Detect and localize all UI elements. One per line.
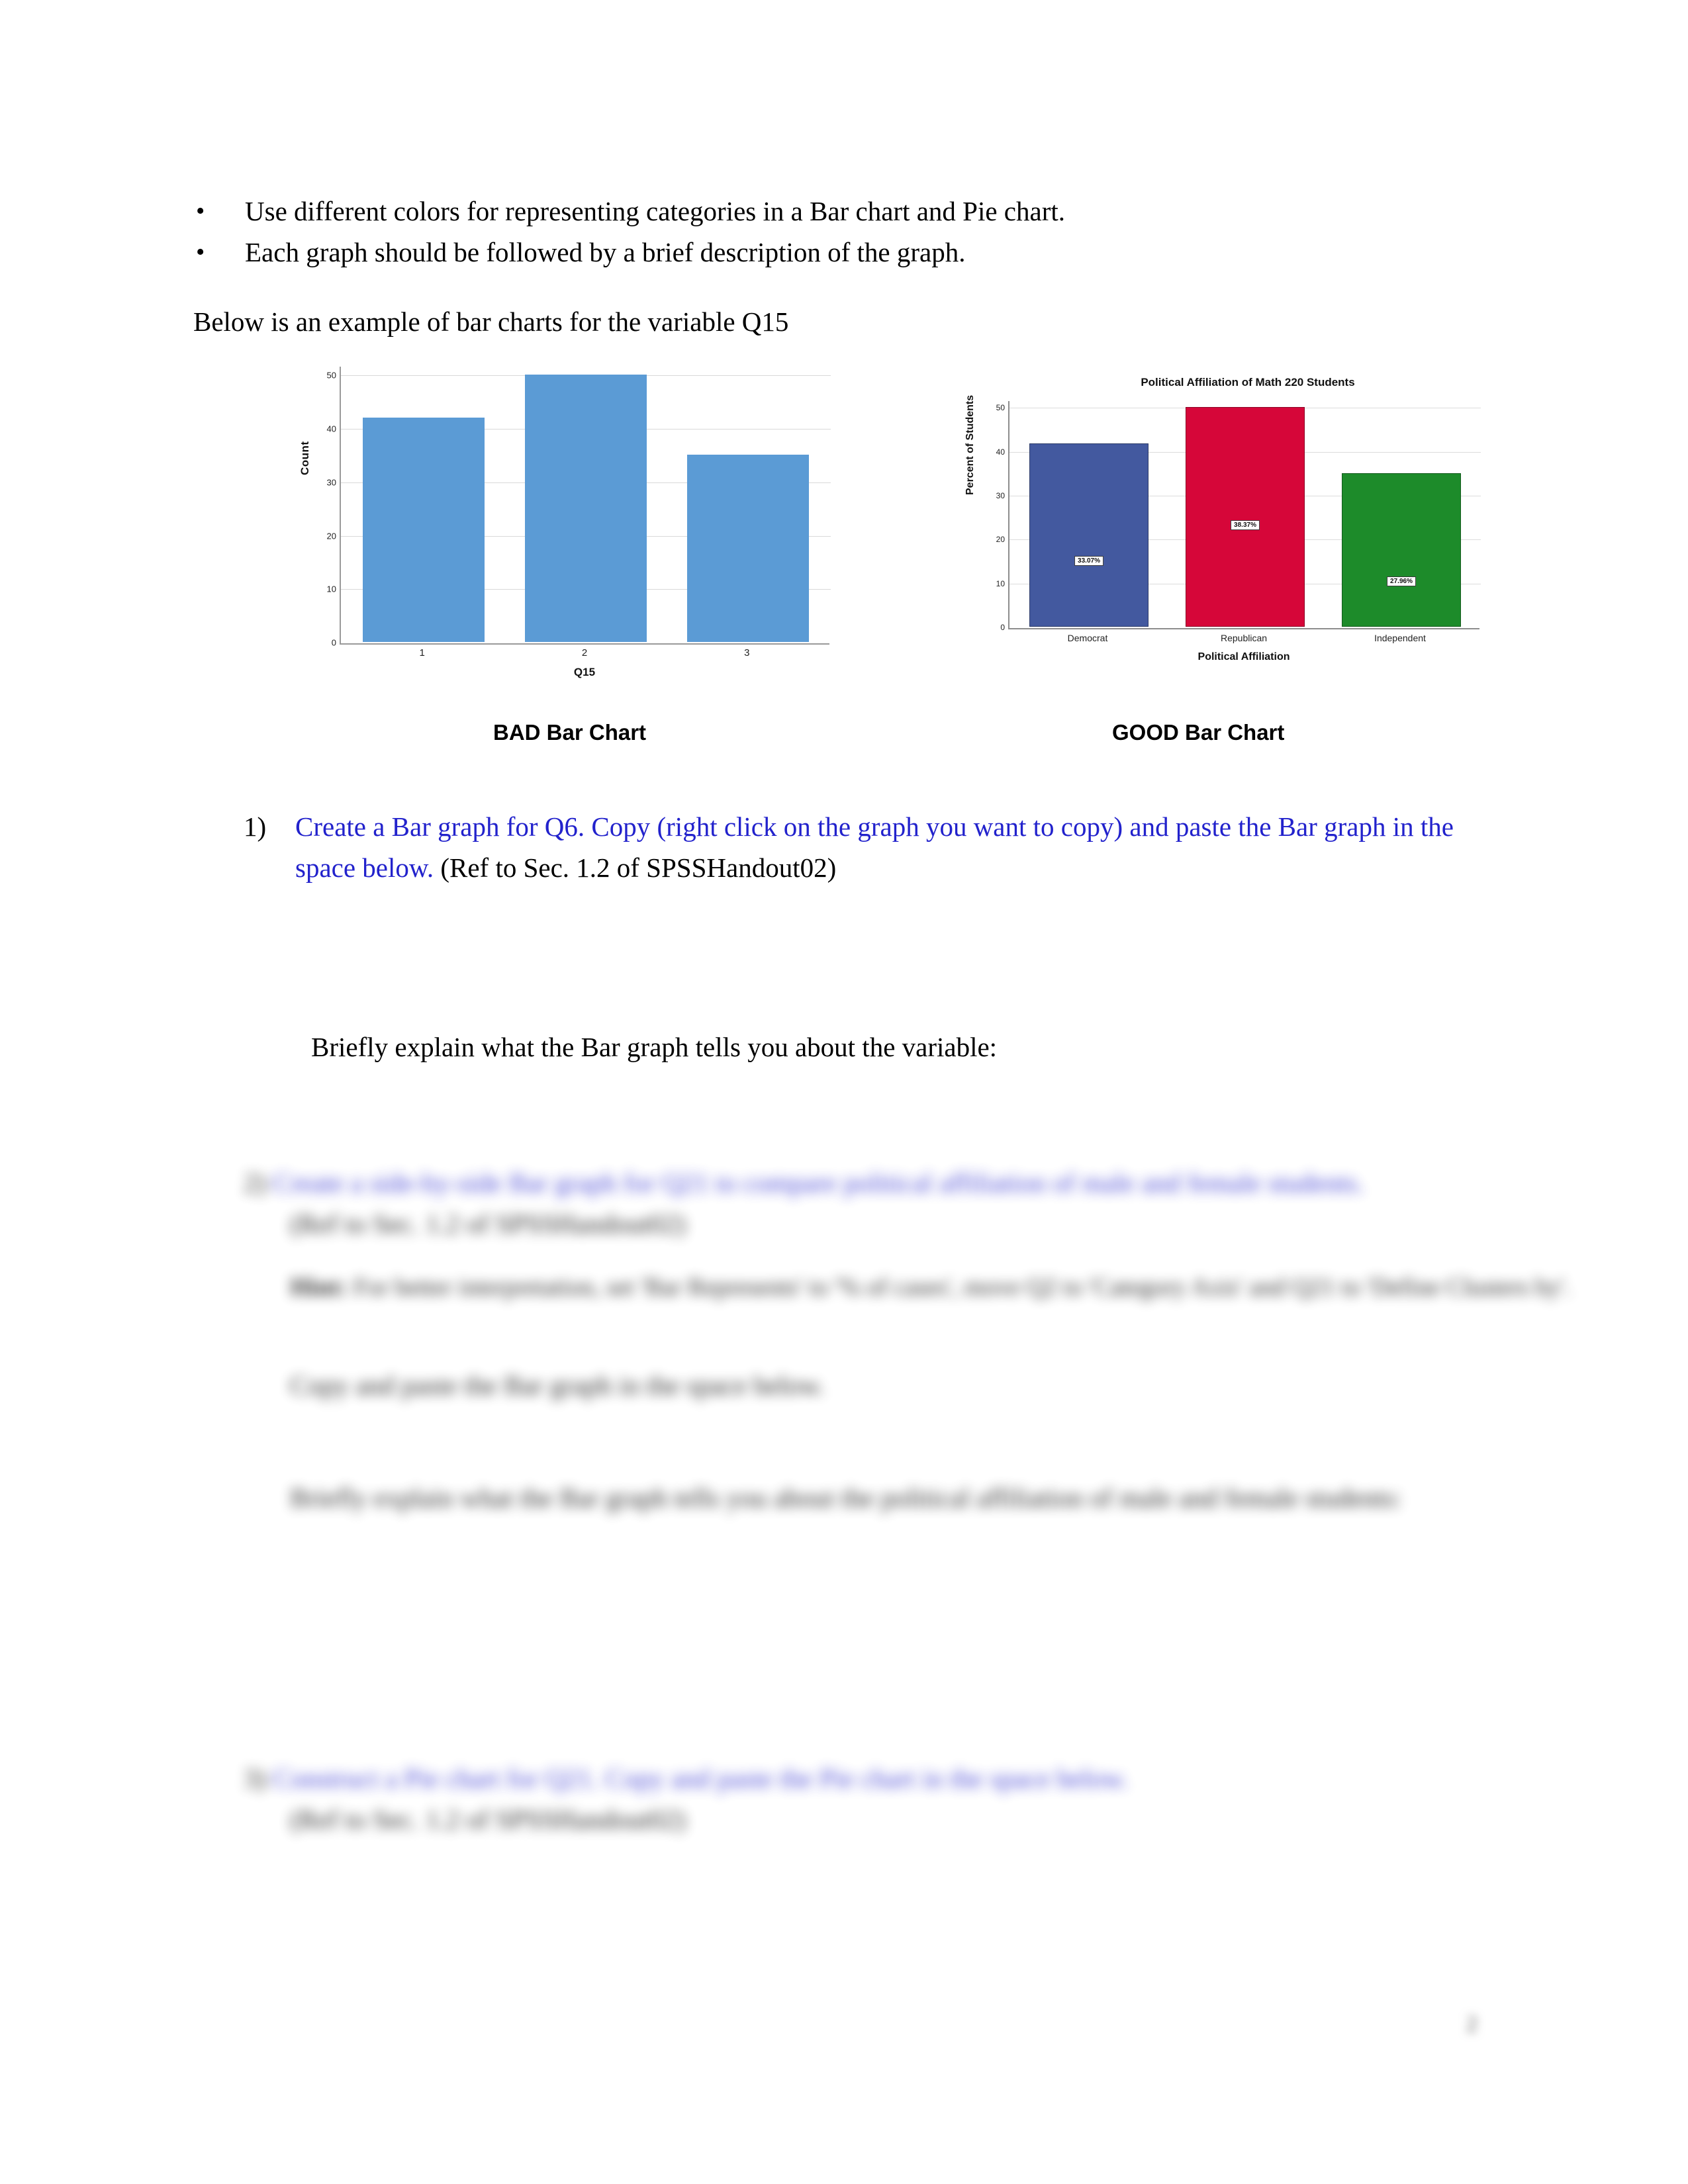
good-chart-title: Political Affiliation of Math 220 Studen… bbox=[1141, 376, 1355, 388]
question-2-hint-label: Hint: bbox=[290, 1273, 348, 1301]
x-tick-label: 2 bbox=[581, 647, 588, 659]
charts-row: Count 50 40 30 20 10 0 1 2 3 Q15 Politic… bbox=[0, 363, 1688, 678]
question-2-ref-text: (Ref to Sec. 1.2 of SPSSHandout02) bbox=[290, 1208, 686, 1239]
question-1-ref-text: (Ref to Sec. 1.2 of SPSSHandout02) bbox=[440, 852, 837, 883]
good-chart-plot-area: 50 40 30 20 10 0 33.07% 38.37% 27.96% bbox=[996, 401, 1481, 632]
bar-democrat: 33.07% bbox=[1029, 443, 1149, 627]
guideline-item: • Use different colors for representing … bbox=[192, 191, 1489, 232]
question-2-explain-prompt: Briefly explain what the Bar graph tells… bbox=[290, 1482, 1402, 1513]
question-2-paste-line: Copy and paste the Bar graph in the spac… bbox=[290, 1370, 825, 1400]
y-tick-label: 50 bbox=[996, 403, 1005, 413]
bar-independent: 27.96% bbox=[1342, 473, 1461, 627]
bar-value-label-democrat: 33.07% bbox=[1074, 556, 1103, 567]
bar-category-3 bbox=[687, 455, 810, 642]
guideline-text: Use different colors for representing ca… bbox=[245, 196, 1065, 226]
bad-chart-y-axis-label: Count bbox=[299, 441, 311, 475]
bad-chart-x-tick-labels: 1 2 3 bbox=[341, 647, 828, 659]
good-chart-x-axis-label: Political Affiliation bbox=[1197, 651, 1290, 662]
y-tick-label: 10 bbox=[996, 578, 1005, 588]
question-3-number: 3) bbox=[244, 1763, 267, 1794]
question-2-blurred: 2) Create a side-by-side Bar graph for Q… bbox=[244, 1162, 1571, 1518]
bad-bar-chart: Count 50 40 30 20 10 0 1 2 3 Q15 bbox=[299, 367, 851, 678]
question-1: 1) Create a Bar graph for Q6. Copy (righ… bbox=[244, 806, 1462, 888]
x-tick-label: Democrat bbox=[1067, 633, 1108, 643]
bullet-dot-icon: • bbox=[196, 197, 205, 225]
y-tick-label: 20 bbox=[326, 531, 336, 541]
y-tick-label: 40 bbox=[996, 447, 1005, 457]
question-3-heading: 3) Construct a Pie chart for Q21. Copy a… bbox=[244, 1758, 1488, 1799]
y-tick-label: 10 bbox=[326, 584, 336, 594]
y-tick-label: 40 bbox=[326, 424, 336, 434]
guideline-item: • Each graph should be followed by a bri… bbox=[192, 232, 1489, 273]
y-tick-label: 20 bbox=[996, 535, 1005, 545]
y-tick-label: 30 bbox=[326, 477, 336, 488]
y-tick-label: 30 bbox=[996, 491, 1005, 500]
good-chart-x-tick-labels: Democrat Republican Independent bbox=[1009, 633, 1478, 643]
intro-line: Below is an example of bar charts for th… bbox=[193, 306, 789, 337]
document-page: • Use different colors for representing … bbox=[0, 0, 1688, 2184]
bar-republican: 38.37% bbox=[1186, 407, 1305, 627]
good-chart-caption: GOOD Bar Chart bbox=[1112, 720, 1285, 745]
axis-baseline: 0 bbox=[1000, 623, 1481, 632]
bar-value-label-independent: 27.96% bbox=[1387, 576, 1416, 587]
bar-category-1 bbox=[362, 417, 485, 642]
bar-value-label-republican: 38.37% bbox=[1231, 520, 1260, 530]
question-3-ref-text: (Ref to Sec. 1.2 of SPSSHandout02) bbox=[290, 1804, 686, 1835]
question-2-blue-text: Create a side-by-side Bar graph for Q21 … bbox=[273, 1167, 1364, 1198]
x-tick-label: 3 bbox=[744, 647, 750, 659]
y-tick-label: 0 bbox=[1000, 623, 1005, 632]
question-1-explain-prompt: Briefly explain what the Bar graph tells… bbox=[311, 1032, 998, 1062]
guidelines-bullet-list: • Use different colors for representing … bbox=[192, 191, 1489, 273]
question-3-blurred: 3) Construct a Pie chart for Q21. Copy a… bbox=[244, 1758, 1488, 1840]
y-tick-label: 50 bbox=[326, 370, 336, 381]
question-3-blue-text: Construct a Pie chart for Q21. Copy and … bbox=[273, 1763, 1129, 1794]
question-2-heading: 2) Create a side-by-side Bar graph for Q… bbox=[244, 1162, 1488, 1203]
bar-category-2 bbox=[524, 375, 647, 642]
bad-chart-plot-area: 50 40 30 20 10 0 bbox=[327, 367, 831, 648]
question-2-hint-text: For better interpretation, set 'Bar Repr… bbox=[353, 1273, 1571, 1301]
page-number: 2 bbox=[1466, 2012, 1477, 2036]
y-tick-label: 0 bbox=[331, 637, 336, 648]
good-chart-y-axis-label: Percent of Students bbox=[964, 394, 976, 495]
x-tick-label: Republican bbox=[1220, 633, 1268, 643]
question-2-number: 2) bbox=[244, 1167, 267, 1198]
guideline-text: Each graph should be followed by a brief… bbox=[245, 237, 966, 267]
bad-chart-bars bbox=[342, 367, 829, 642]
x-tick-label: 1 bbox=[419, 647, 425, 659]
bullet-dot-icon: • bbox=[196, 238, 205, 266]
x-tick-label: Independent bbox=[1374, 633, 1426, 643]
question-2-hint: Hint: For better interpretation, set 'Ba… bbox=[290, 1267, 1571, 1308]
bad-chart-caption: BAD Bar Chart bbox=[493, 720, 647, 745]
bad-chart-x-axis-label: Q15 bbox=[573, 666, 596, 678]
good-chart-bars: 33.07% 38.37% 27.96% bbox=[1011, 401, 1479, 627]
good-bar-chart: Political Affiliation of Math 220 Studen… bbox=[963, 363, 1493, 674]
question-1-body: Create a Bar graph for Q6. Copy (right c… bbox=[295, 806, 1462, 888]
question-1-number: 1) bbox=[244, 811, 267, 842]
